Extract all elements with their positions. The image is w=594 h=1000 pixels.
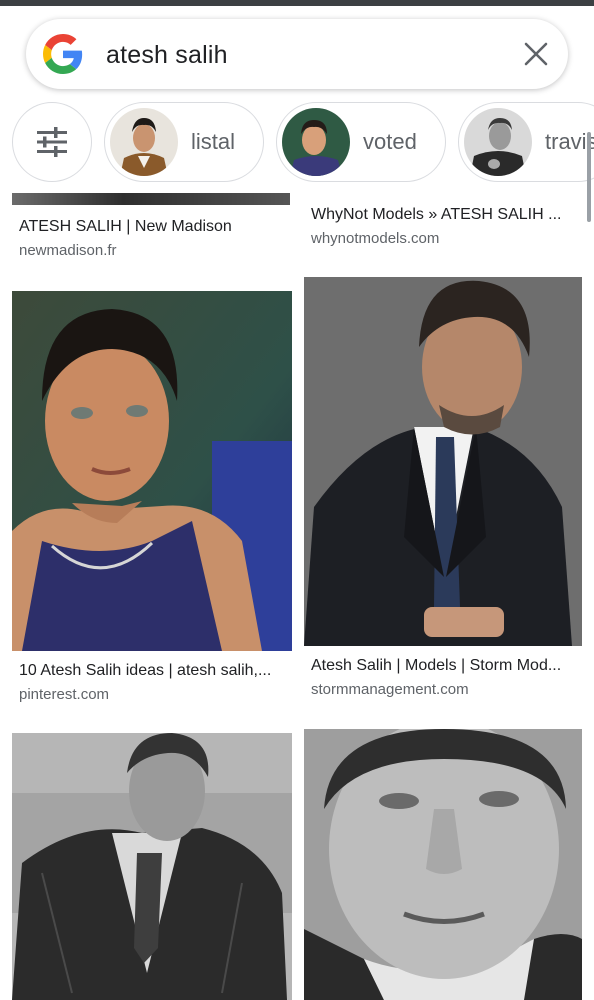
chip-label: voted — [363, 129, 417, 154]
chip-label: listal — [191, 129, 236, 154]
status-bar-strip — [0, 0, 594, 6]
tune-icon — [37, 127, 67, 157]
result-image[interactable] — [12, 291, 292, 651]
result-title[interactable]: 10 Atesh Salih ideas | atesh salih,... — [19, 662, 289, 680]
result-source[interactable]: whynotmodels.com — [311, 230, 439, 247]
chip-voted[interactable]: voted — [276, 102, 446, 182]
close-icon[interactable] — [522, 40, 550, 68]
result-image[interactable] — [304, 277, 582, 646]
chip-avatar — [110, 108, 178, 176]
result-title[interactable]: WhyNot Models » ATESH SALIH ... — [311, 206, 581, 224]
result-source[interactable]: pinterest.com — [19, 686, 109, 703]
result-image[interactable] — [12, 193, 290, 205]
chip-avatar — [464, 108, 532, 176]
result-image[interactable] — [12, 733, 292, 1000]
chip-listal[interactable]: listal — [104, 102, 264, 182]
search-bar[interactable]: atesh salih — [26, 19, 568, 89]
result-title[interactable]: ATESH SALIH | New Madison — [19, 218, 289, 236]
chip-travis[interactable]: travis — [458, 102, 594, 182]
result-image[interactable] — [304, 729, 582, 1000]
google-g-icon[interactable] — [43, 34, 83, 74]
search-input[interactable]: atesh salih — [106, 41, 228, 70]
result-source[interactable]: stormmanagement.com — [311, 681, 469, 698]
filter-button[interactable] — [12, 102, 92, 182]
result-title[interactable]: Atesh Salih | Models | Storm Mod... — [311, 657, 581, 675]
related-searches-chips: listal voted travis — [0, 102, 594, 182]
result-source[interactable]: newmadison.fr — [19, 242, 117, 259]
chip-avatar — [282, 108, 350, 176]
scrollbar[interactable] — [587, 132, 591, 222]
